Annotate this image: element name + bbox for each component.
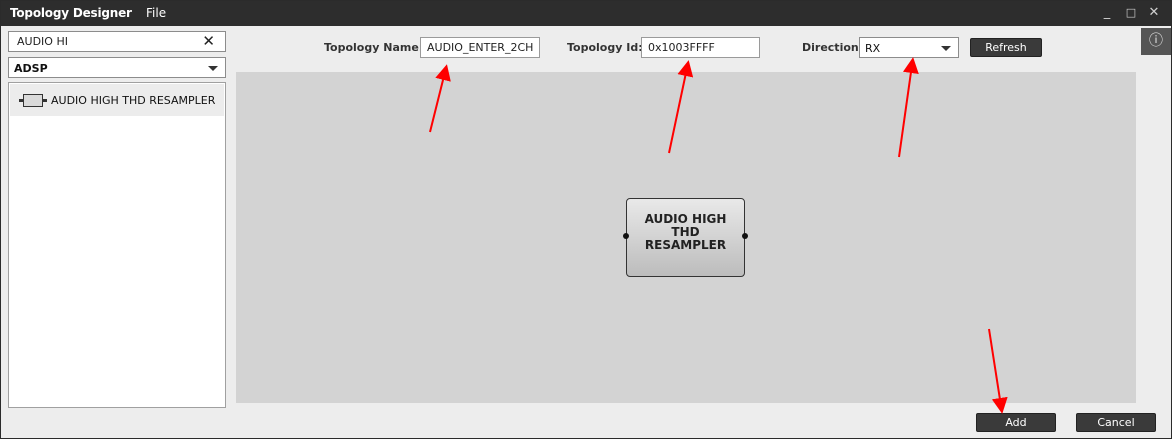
menu-file[interactable]: File xyxy=(146,6,166,20)
module-label: AUDIO HIGH THD RESAMPLER xyxy=(51,94,216,107)
topology-id-label: Topology Id: xyxy=(567,41,643,54)
module-block-icon xyxy=(18,94,48,108)
node-label-line: RESAMPLER xyxy=(644,238,727,252)
processor-select[interactable]: ADSP xyxy=(8,57,226,78)
search-value: AUDIO HI xyxy=(17,35,68,48)
module-list: AUDIO HIGH THD RESAMPLER xyxy=(8,82,226,408)
info-icon[interactable]: ⓘ xyxy=(1141,28,1171,55)
output-port[interactable] xyxy=(742,233,748,239)
topology-name-label: Topology Name: xyxy=(324,41,424,54)
topology-designer-window: Topology Designer File _ □ ✕ AUDIO HI ✕ … xyxy=(0,0,1172,439)
topology-name-field[interactable]: AUDIO_ENTER_2CH xyxy=(420,37,540,58)
input-port[interactable] xyxy=(623,233,629,239)
module-node[interactable]: AUDIO HIGH THD RESAMPLER xyxy=(626,198,745,277)
maximize-icon[interactable]: □ xyxy=(1124,6,1138,19)
add-button[interactable]: Add xyxy=(976,413,1056,432)
direction-label: Direction: xyxy=(802,41,864,54)
module-panel: AUDIO HI ✕ ADSP AUDIO HIGH THD RESAMPLER xyxy=(8,31,226,409)
close-icon[interactable]: ✕ xyxy=(1147,5,1161,20)
module-search-input[interactable]: AUDIO HI ✕ xyxy=(8,31,226,52)
direction-select-value: RX xyxy=(865,42,881,55)
topology-id-field[interactable]: 0x1003FFFF xyxy=(641,37,760,58)
app-title: Topology Designer xyxy=(10,6,132,20)
list-item[interactable]: AUDIO HIGH THD RESAMPLER xyxy=(10,84,224,116)
refresh-button[interactable]: Refresh xyxy=(970,38,1042,57)
cancel-button[interactable]: Cancel xyxy=(1076,413,1156,432)
title-bar: Topology Designer File _ □ ✕ xyxy=(1,1,1171,26)
topology-name-value: AUDIO_ENTER_2CH xyxy=(427,41,534,54)
direction-select[interactable]: RX xyxy=(859,37,959,58)
minimize-icon[interactable]: _ xyxy=(1100,5,1114,20)
chevron-down-icon xyxy=(208,66,218,71)
topology-id-value: 0x1003FFFF xyxy=(648,41,715,54)
processor-select-value: ADSP xyxy=(14,62,48,75)
chevron-down-icon xyxy=(941,46,951,51)
clear-search-icon[interactable]: ✕ xyxy=(202,32,215,51)
topology-canvas[interactable]: AUDIO HIGH THD RESAMPLER xyxy=(236,72,1136,403)
